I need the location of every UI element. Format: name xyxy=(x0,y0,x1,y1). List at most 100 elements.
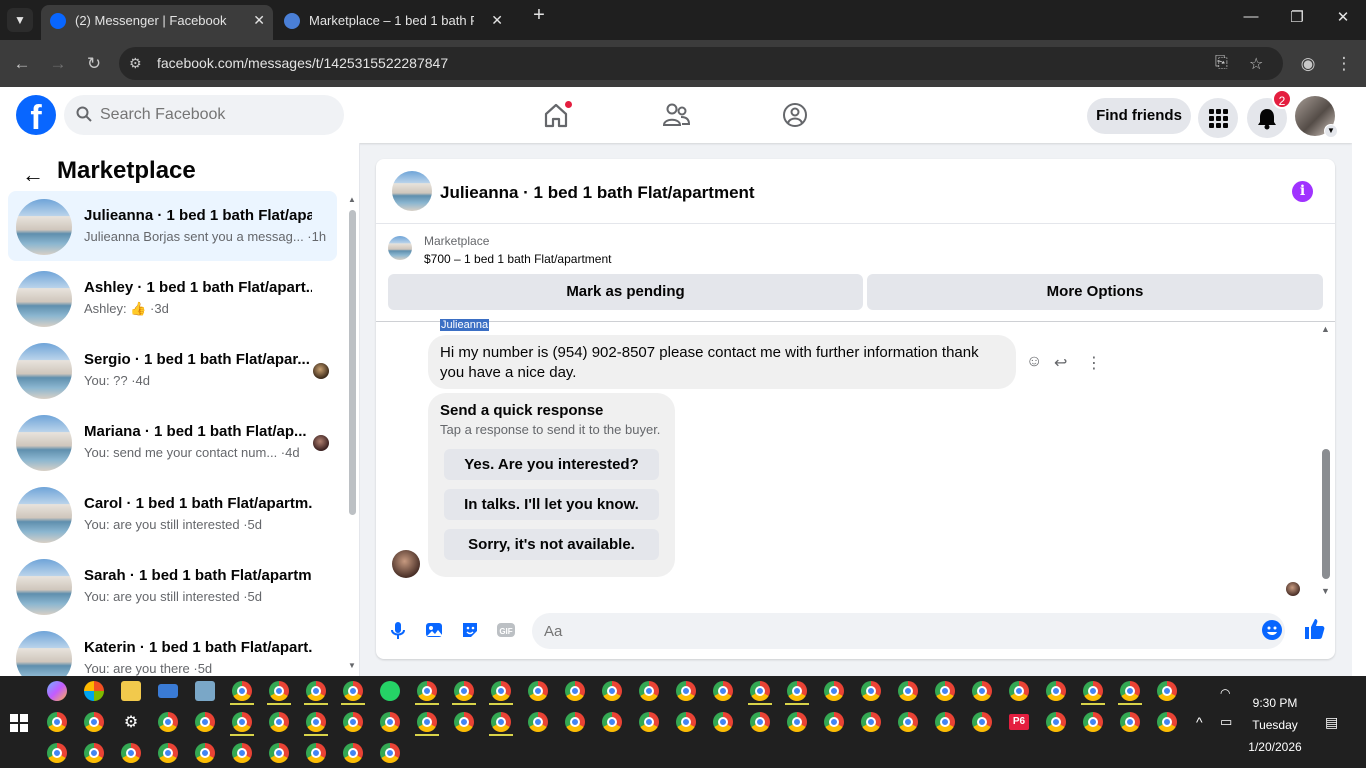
gif-icon[interactable]: GIF xyxy=(496,620,516,640)
chrome-icon[interactable] xyxy=(676,712,696,732)
notepad-icon[interactable] xyxy=(195,681,215,701)
chrome-icon[interactable] xyxy=(861,712,881,732)
chrome-icon[interactable] xyxy=(750,681,770,701)
message-input[interactable] xyxy=(544,613,1234,649)
chrome-icon[interactable] xyxy=(935,681,955,701)
chrome-icon[interactable] xyxy=(343,681,363,701)
tab-messenger[interactable]: (2) Messenger | Facebook ✕ xyxy=(41,5,273,40)
conversation-item[interactable]: Sergio · 1 bed 1 bath Flat/apar... You: … xyxy=(8,335,337,405)
chrome-icon[interactable] xyxy=(343,743,363,763)
chrome-icon[interactable] xyxy=(158,743,178,763)
mark-as-pending-button[interactable]: Mark as pending xyxy=(388,274,863,310)
chrome-icon[interactable] xyxy=(84,712,104,732)
restore-icon[interactable]: ❐ xyxy=(1275,8,1319,26)
bookmark-star-icon[interactable]: ☆ xyxy=(1249,54,1263,74)
groups-icon[interactable] xyxy=(777,97,813,133)
omnibox[interactable]: ⚙ facebook.com/messages/t/14253155222878… xyxy=(119,47,1283,80)
windows-start-icon[interactable] xyxy=(10,714,28,732)
p6-app-icon[interactable]: P6 xyxy=(1009,714,1029,730)
chrome-icon[interactable] xyxy=(121,743,141,763)
close-tab-icon[interactable]: ✕ xyxy=(491,5,503,36)
tab-search-button[interactable]: ▼ xyxy=(7,8,33,32)
chrome-icon[interactable] xyxy=(787,712,807,732)
conversation-item[interactable]: Julieanna · 1 bed 1 bath Flat/apa... Jul… xyxy=(8,191,337,261)
contact-avatar[interactable] xyxy=(392,550,420,578)
chrome-icon[interactable] xyxy=(898,681,918,701)
window-close-icon[interactable]: ✕ xyxy=(1321,8,1365,26)
chrome-icon[interactable] xyxy=(528,712,548,732)
chrome-icon[interactable] xyxy=(824,681,844,701)
back-arrow-icon[interactable]: ← xyxy=(22,162,44,188)
conversation-item[interactable]: Katerin · 1 bed 1 bath Flat/apart... You… xyxy=(8,623,337,676)
settings-gear-icon[interactable]: ⚙ xyxy=(121,712,141,732)
file-explorer-icon[interactable] xyxy=(121,681,141,701)
copilot-icon[interactable] xyxy=(47,681,67,701)
keyboard-icon[interactable] xyxy=(158,684,178,698)
chrome-icon[interactable] xyxy=(1157,681,1177,701)
conversation-item[interactable]: Mariana · 1 bed 1 bath Flat/ap... You: s… xyxy=(8,407,337,477)
chrome-icon[interactable] xyxy=(47,712,67,732)
chrome-icon[interactable] xyxy=(232,712,252,732)
chrome-icon[interactable] xyxy=(454,712,474,732)
chrome-icon[interactable] xyxy=(898,712,918,732)
chrome-icon[interactable] xyxy=(269,712,289,732)
chrome-icon[interactable] xyxy=(1046,681,1066,701)
chrome-icon[interactable] xyxy=(565,712,585,732)
whatsapp-icon[interactable] xyxy=(380,681,400,701)
chrome-icon[interactable] xyxy=(602,681,622,701)
find-friends-button[interactable]: Find friends xyxy=(1087,98,1191,134)
chrome-icon[interactable] xyxy=(1046,712,1066,732)
chrome-icon[interactable] xyxy=(306,712,326,732)
chrome-menu-icon[interactable]: ⋮ xyxy=(1332,52,1356,76)
battery-icon[interactable]: ▭ xyxy=(1220,714,1240,734)
chrome-icon[interactable] xyxy=(84,743,104,763)
chrome-icon[interactable] xyxy=(639,712,659,732)
chrome-icon[interactable] xyxy=(787,681,807,701)
network-icon[interactable]: ◠ xyxy=(1220,686,1240,706)
system-clock[interactable]: 9:30 PM Tuesday 1/20/2026 xyxy=(1240,692,1310,758)
chrome-icon[interactable] xyxy=(1083,712,1103,732)
reply-icon[interactable]: ↩ xyxy=(1054,353,1067,373)
chrome-icon[interactable] xyxy=(232,681,252,701)
thread-title[interactable]: Julieanna · 1 bed 1 bath Flat/apartment xyxy=(440,183,755,203)
conversation-list-scrollbar[interactable]: ▲ ▼ xyxy=(347,195,357,675)
info-icon[interactable]: i xyxy=(1292,181,1313,202)
conversation-item[interactable]: Sarah · 1 bed 1 bath Flat/apartm... You:… xyxy=(8,551,337,621)
chrome-icon[interactable] xyxy=(972,712,992,732)
chrome-icon[interactable] xyxy=(195,743,215,763)
message-bubble[interactable]: Hi my number is (954) 902-8507 please co… xyxy=(428,335,1016,389)
more-actions-icon[interactable]: ⋮ xyxy=(1086,353,1102,373)
page-scrollbar[interactable] xyxy=(1352,87,1366,676)
facebook-logo-icon[interactable]: f xyxy=(16,95,56,135)
store-icon[interactable] xyxy=(84,681,104,701)
chrome-icon[interactable] xyxy=(602,712,622,732)
listing-summary[interactable]: Marketplace $700 – 1 bed 1 bath Flat/apa… xyxy=(376,224,1335,274)
reload-icon[interactable]: ↻ xyxy=(82,52,106,76)
chrome-icon[interactable] xyxy=(380,743,400,763)
chrome-icon[interactable] xyxy=(935,712,955,732)
chrome-icon[interactable] xyxy=(491,681,511,701)
chrome-icon[interactable] xyxy=(306,681,326,701)
profile-icon[interactable]: ◉ xyxy=(1296,52,1320,76)
tray-overflow-icon[interactable]: ^ xyxy=(1196,714,1216,734)
menu-button[interactable] xyxy=(1198,98,1238,138)
new-tab-icon[interactable]: + xyxy=(517,4,561,27)
chrome-icon[interactable] xyxy=(491,712,511,732)
search-input[interactable] xyxy=(100,95,330,135)
chrome-icon[interactable] xyxy=(47,743,67,763)
chrome-icon[interactable] xyxy=(417,712,437,732)
scroll-down-icon[interactable]: ▼ xyxy=(1321,586,1330,596)
quick-reply-button[interactable]: In talks. I'll let you know. xyxy=(444,489,659,520)
microphone-icon[interactable] xyxy=(388,620,408,640)
photo-icon[interactable] xyxy=(424,620,444,640)
chrome-icon[interactable] xyxy=(1157,712,1177,732)
url-text[interactable]: facebook.com/messages/t/1425315522287847 xyxy=(157,55,448,71)
chrome-icon[interactable] xyxy=(380,712,400,732)
conversation-item[interactable]: Ashley · 1 bed 1 bath Flat/apart... Ashl… xyxy=(8,263,337,333)
chrome-icon[interactable] xyxy=(824,712,844,732)
account-avatar[interactable]: ▼ xyxy=(1295,96,1338,138)
chrome-icon[interactable] xyxy=(1120,681,1140,701)
chrome-icon[interactable] xyxy=(232,743,252,763)
chrome-icon[interactable] xyxy=(713,681,733,701)
chrome-icon[interactable] xyxy=(1083,681,1103,701)
